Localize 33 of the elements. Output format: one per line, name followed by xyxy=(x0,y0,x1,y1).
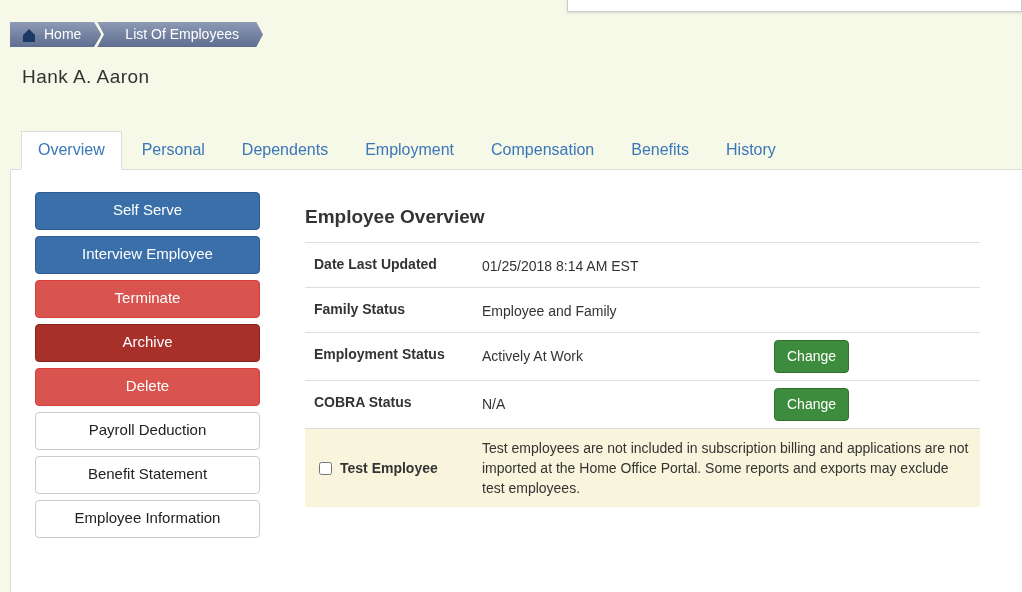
action-button[interactable]: Delete xyxy=(35,367,260,406)
action-button[interactable]: Archive xyxy=(35,323,260,362)
action-button[interactable]: Benefit Statement xyxy=(35,455,260,494)
tab[interactable]: Overview xyxy=(21,130,122,170)
field-value: Employee and Family xyxy=(482,302,618,321)
field-label: Employment Status xyxy=(313,345,446,364)
breadcrumb-link[interactable]: Home xyxy=(10,22,102,47)
checkbox-label: Test Employee xyxy=(340,458,438,478)
field-value: N/A xyxy=(482,395,507,414)
action-button[interactable]: Employee Information xyxy=(35,499,260,538)
field-label: Date Last Updated xyxy=(313,255,438,274)
action-button[interactable]: Terminate xyxy=(35,279,260,318)
section-title: Employee Overview xyxy=(305,204,485,229)
field-value: Actively At Work xyxy=(482,347,584,366)
tab[interactable]: Compensation xyxy=(474,130,612,170)
tab[interactable]: History xyxy=(709,130,793,170)
field-value: 01/25/2018 8:14 AM EST xyxy=(482,257,640,276)
field-label: Family Status xyxy=(313,300,407,319)
action-button[interactable]: Payroll Deduction xyxy=(35,411,260,450)
employee-name: Hank A. Aaron xyxy=(22,65,150,89)
breadcrumb-link[interactable]: List Of Employees xyxy=(97,22,263,47)
test-employee-note: Test employees are not included in subscription billing and applications are not imported at the Home Office Portal. Some reports and exports may exclude test employees. xyxy=(482,439,970,498)
tab[interactable]: Benefits xyxy=(614,130,707,170)
change-button[interactable]: Change xyxy=(774,340,850,373)
home-icon xyxy=(22,27,36,42)
change-button[interactable]: Change xyxy=(774,388,850,421)
test-employee-checkbox[interactable] xyxy=(319,461,332,475)
tab[interactable]: Dependents xyxy=(224,130,346,170)
field-label: COBRA Status xyxy=(313,393,413,412)
action-button[interactable]: Self Serve xyxy=(35,191,260,230)
tab[interactable]: Personal xyxy=(124,130,222,170)
tab[interactable]: Employment xyxy=(348,130,472,170)
action-button[interactable]: Interview Employee xyxy=(35,235,260,274)
